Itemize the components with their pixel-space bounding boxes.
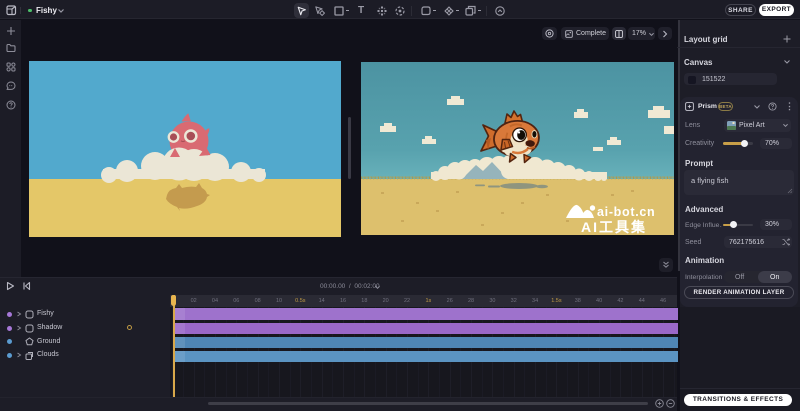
svg-text:ai-bot.cn: ai-bot.cn: [597, 205, 655, 219]
svg-text:AI工具集: AI工具集: [581, 219, 647, 235]
